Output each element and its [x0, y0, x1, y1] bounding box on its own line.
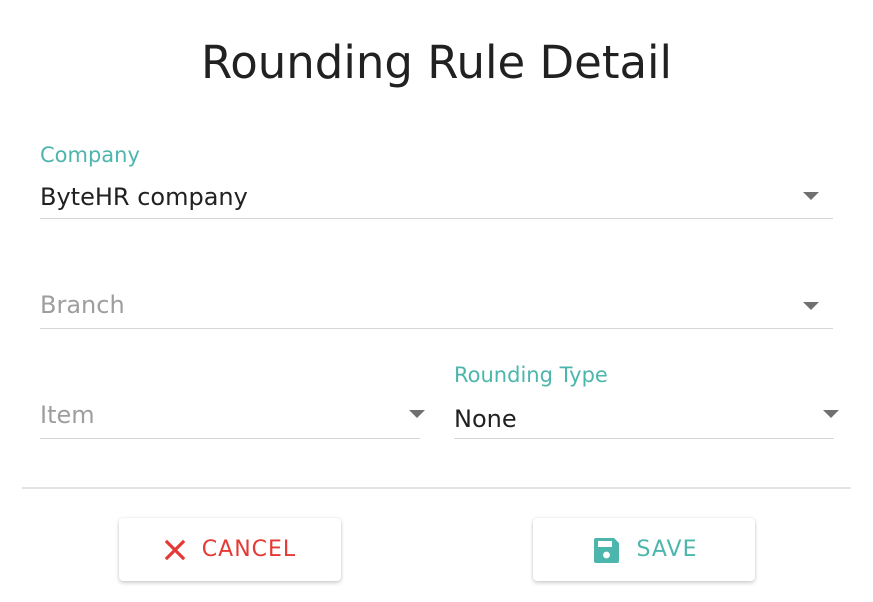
item-select[interactable]: Item: [40, 360, 425, 440]
branch-underline: [40, 328, 833, 329]
rounding-rule-dialog: Rounding Rule Detail Company ByteHR comp…: [0, 0, 873, 602]
floppy-disk-icon: [591, 535, 621, 565]
branch-select[interactable]: Branch: [40, 250, 833, 330]
rounding-type-label: Rounding Type: [454, 363, 608, 387]
rounding-type-underline: [454, 438, 834, 439]
rounding-type-select[interactable]: Rounding Type None: [454, 360, 839, 440]
item-underline: [40, 438, 420, 439]
item-placeholder: Item: [40, 401, 95, 429]
save-button-label: SAVE: [636, 537, 698, 562]
save-button[interactable]: SAVE: [533, 518, 755, 581]
chevron-down-icon[interactable]: [823, 410, 839, 418]
chevron-down-icon[interactable]: [409, 410, 425, 418]
cancel-button-label: CANCEL: [201, 537, 297, 562]
cancel-button[interactable]: CANCEL: [119, 518, 341, 581]
rounding-type-value: None: [454, 405, 517, 433]
company-value: ByteHR company: [40, 183, 248, 211]
chevron-down-icon[interactable]: [803, 192, 819, 200]
company-underline: [40, 218, 833, 219]
close-icon: [164, 539, 186, 561]
branch-placeholder: Branch: [40, 291, 125, 319]
company-label: Company: [40, 143, 140, 167]
dialog-title: Rounding Rule Detail: [200, 36, 673, 89]
actions-divider: [22, 487, 851, 489]
company-select[interactable]: Company ByteHR company: [40, 140, 833, 220]
chevron-down-icon[interactable]: [803, 302, 819, 310]
